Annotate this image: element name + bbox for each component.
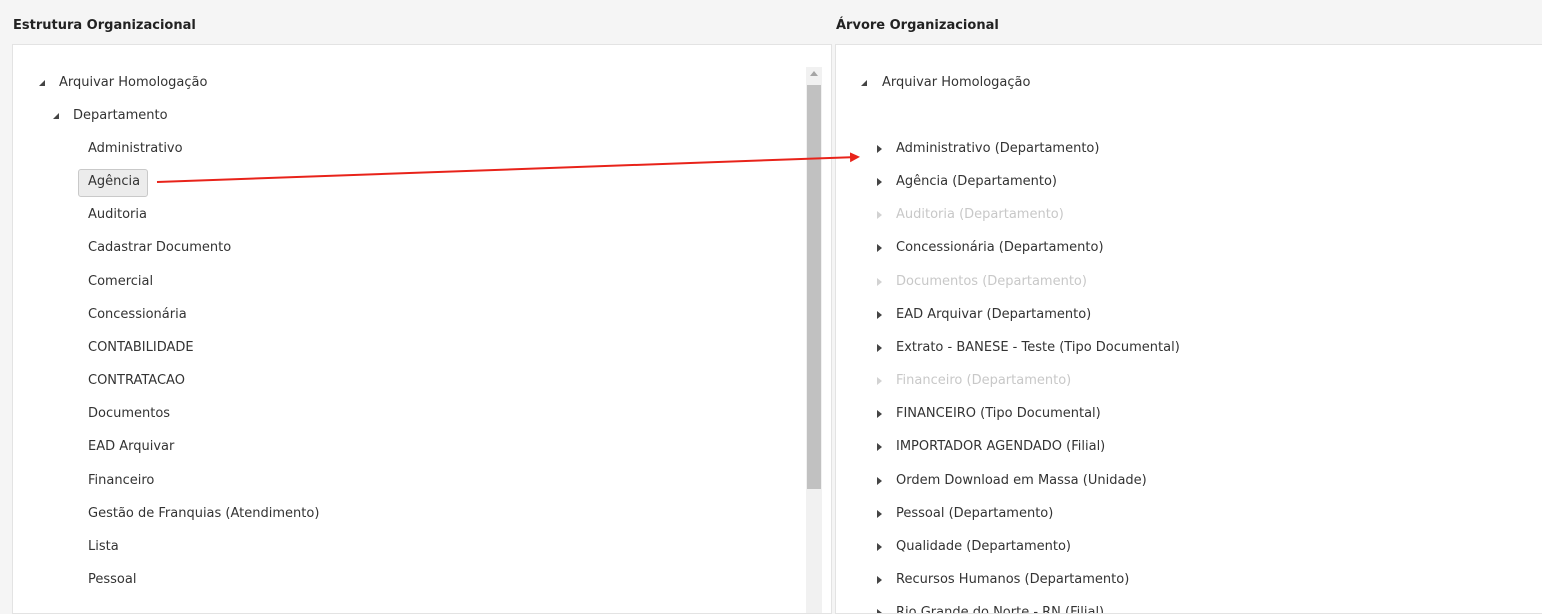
- tree-node-label: Ordem Download em Massa (Unidade): [896, 473, 1147, 488]
- caret-expanded-icon[interactable]: [861, 80, 867, 86]
- tree-node-label: IMPORTADOR AGENDADO (Filial): [896, 439, 1106, 454]
- caret-collapsed-icon[interactable]: [877, 609, 882, 613]
- caret-collapsed-icon[interactable]: [877, 145, 882, 153]
- tree-node-label: EAD Arquivar (Departamento): [896, 307, 1092, 322]
- tree-node-label: Extrato - BANESE - Teste (Tipo Documenta…: [896, 340, 1180, 355]
- tree-node-label: Documentos (Departamento): [896, 274, 1087, 289]
- caret-collapsed-icon[interactable]: [877, 576, 882, 584]
- caret-collapsed-icon[interactable]: [877, 443, 882, 451]
- organizational-tree-panel: Arquivar Homologação Administrativo (Dep…: [835, 44, 1542, 614]
- tree-node-label: Administrativo (Departamento): [896, 141, 1100, 156]
- left-panel-title: Estrutura Organizacional: [13, 18, 196, 33]
- tree-item[interactable]: Lista: [88, 535, 119, 559]
- tree-node-label: Qualidade (Departamento): [896, 539, 1071, 554]
- organizational-structure-tree: Arquivar Homologação Departamento Admini…: [13, 45, 831, 613]
- tree-item[interactable]: Financeiro: [88, 469, 154, 493]
- tree-node-label: Agência (Departamento): [896, 174, 1057, 189]
- caret-collapsed-icon[interactable]: [877, 543, 882, 551]
- caret-collapsed-icon: [877, 278, 882, 286]
- scroll-up-arrow-icon[interactable]: [810, 71, 818, 76]
- caret-expanded-icon[interactable]: [53, 113, 59, 119]
- tree-item[interactable]: CONTRATACAO: [88, 369, 185, 393]
- tree-item[interactable]: CONTABILIDADE: [88, 336, 194, 360]
- caret-collapsed-icon[interactable]: [877, 410, 882, 418]
- caret-collapsed-icon[interactable]: [877, 477, 882, 485]
- tree-item[interactable]: Administrativo: [88, 137, 183, 161]
- tree-item[interactable]: Comercial: [88, 270, 153, 294]
- caret-collapsed-icon[interactable]: [877, 178, 882, 186]
- tree-node-label: Pessoal (Departamento): [896, 506, 1054, 521]
- tree-item[interactable]: Pessoal: [88, 568, 136, 592]
- organizational-structure-panel: Arquivar Homologação Departamento Admini…: [12, 44, 832, 614]
- tree-node-label: Concessionária (Departamento): [896, 240, 1104, 255]
- tree-item[interactable]: Auditoria: [88, 203, 147, 227]
- tree-node-label: Departamento: [73, 108, 168, 123]
- tree-item[interactable]: EAD Arquivar: [88, 435, 174, 459]
- tree-node-label: Rio Grande do Norte - RN (Filial): [896, 605, 1105, 614]
- tree-node-label: Arquivar Homologação: [882, 75, 1031, 90]
- organizational-tree: Arquivar Homologação Administrativo (Dep…: [836, 45, 1542, 613]
- tree-item[interactable]: Agência: [88, 170, 140, 194]
- tree-node-label: Arquivar Homologação: [59, 75, 208, 90]
- tree-item[interactable]: Concessionária: [88, 303, 187, 327]
- tree-item[interactable]: Gestão de Franquias (Atendimento): [88, 502, 319, 526]
- tree-item[interactable]: Documentos: [88, 402, 170, 426]
- caret-collapsed-icon: [877, 211, 882, 219]
- caret-collapsed-icon[interactable]: [877, 244, 882, 252]
- tree-node-label: Recursos Humanos (Departamento): [896, 572, 1130, 587]
- caret-expanded-icon[interactable]: [39, 80, 45, 86]
- tree-node-label: Auditoria (Departamento): [896, 207, 1064, 222]
- caret-collapsed-icon[interactable]: [877, 311, 882, 319]
- tree-node-label: Financeiro (Departamento): [896, 373, 1072, 388]
- caret-collapsed-icon[interactable]: [877, 344, 882, 352]
- right-panel-title: Árvore Organizacional: [836, 18, 999, 33]
- tree-item[interactable]: Cadastrar Documento: [88, 236, 231, 260]
- caret-collapsed-icon: [877, 377, 882, 385]
- vertical-scrollbar[interactable]: [806, 67, 822, 613]
- tree-node-label: FINANCEIRO (Tipo Documental): [896, 406, 1101, 421]
- scroll-thumb[interactable]: [807, 85, 821, 489]
- caret-collapsed-icon[interactable]: [877, 510, 882, 518]
